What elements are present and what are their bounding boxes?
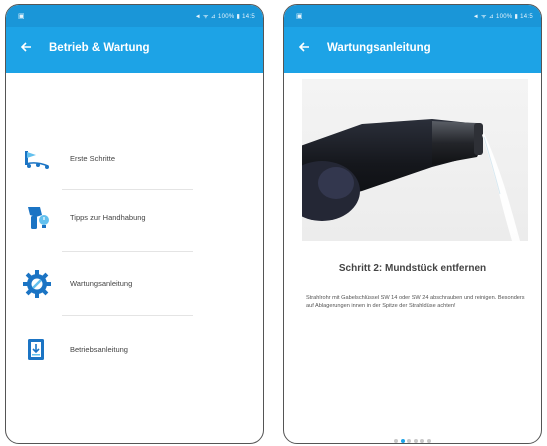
menu-item-wartungsanleitung[interactable]: Wartungsanleitung bbox=[6, 263, 263, 311]
screen-betrieb-wartung: ▣ ◄ ᯤ ⊿ 100% ▮ 14:5 Betrieb & Wartung Er… bbox=[5, 4, 264, 444]
menu-item-label: Erste Schritte bbox=[70, 154, 116, 163]
maintenance-gear-icon bbox=[23, 270, 51, 298]
back-button[interactable] bbox=[19, 40, 37, 58]
pager-dot-active[interactable] bbox=[400, 439, 405, 443]
menu-item-label: Tipps zur Handhabung bbox=[70, 213, 146, 222]
screen-wartungsanleitung: ▣ ◄ ᯤ ⊿ 100% ▮ 14:5 Wartungsanleitung Sc… bbox=[283, 4, 542, 444]
menu-item-label: Betriebsanleitung bbox=[70, 345, 128, 354]
status-indicators: ◄ ᯤ ⊿ 100% ▮ 14:5 bbox=[194, 14, 255, 20]
pager-dot[interactable] bbox=[394, 439, 399, 443]
step-photo bbox=[302, 79, 528, 241]
back-button[interactable] bbox=[297, 40, 315, 58]
first-steps-icon bbox=[25, 151, 49, 169]
pager-dot[interactable] bbox=[426, 439, 431, 443]
menu-item-label: Wartungsanleitung bbox=[70, 279, 133, 288]
status-bar: ▣ ◄ ᯤ ⊿ 100% ▮ 14:5 bbox=[284, 5, 541, 27]
step-title: Schritt 2: Mundstück entfernen bbox=[338, 263, 487, 274]
step-description: Strahlrohr mit Gabelschlüssel SW 14 oder… bbox=[306, 295, 525, 309]
divider bbox=[62, 189, 193, 190]
app-toolbar: Betrieb & Wartung bbox=[6, 27, 263, 73]
status-left-glyph: ▣ bbox=[296, 13, 303, 20]
arrow-left-icon bbox=[298, 42, 309, 52]
pager-dot[interactable] bbox=[420, 439, 425, 443]
arrow-left-icon bbox=[20, 42, 31, 52]
pager-dot[interactable] bbox=[413, 439, 418, 443]
status-indicators: ◄ ᯤ ⊿ 100% ▮ 14:5 bbox=[472, 14, 533, 20]
nozzle-photo-illustration bbox=[302, 119, 520, 241]
divider bbox=[62, 251, 193, 252]
status-bar: ▣ ◄ ᯤ ⊿ 100% ▮ 14:5 bbox=[6, 5, 263, 27]
page-indicator bbox=[284, 430, 541, 443]
handling-tips-icon bbox=[28, 207, 49, 229]
status-left-glyph: ▣ bbox=[18, 13, 25, 20]
app-toolbar: Wartungsanleitung bbox=[284, 27, 541, 73]
menu-item-erste-schritte[interactable]: Erste Schritte bbox=[6, 138, 263, 186]
divider bbox=[62, 315, 193, 316]
menu-item-betriebsanleitung[interactable]: Betriebsanleitung bbox=[6, 329, 263, 377]
menu-item-tipps-handhabung[interactable]: Tipps zur Handhabung bbox=[6, 197, 263, 245]
pager-dot[interactable] bbox=[407, 439, 412, 443]
manual-download-icon bbox=[28, 339, 44, 360]
page-title: Wartungsanleitung bbox=[327, 42, 431, 54]
page-title: Betrieb & Wartung bbox=[49, 42, 150, 54]
